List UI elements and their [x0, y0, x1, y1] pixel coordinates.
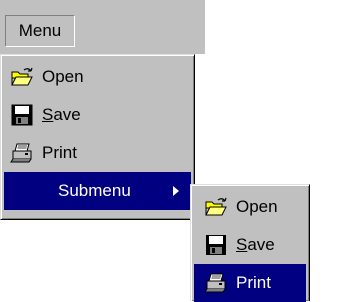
floppy-disk-icon — [10, 104, 34, 126]
printer-icon — [10, 142, 34, 164]
menu-bar: Menu — [0, 0, 205, 54]
menu-item-save[interactable]: Save — [4, 96, 191, 134]
menu-title-button[interactable]: Menu — [5, 15, 75, 47]
floppy-disk-icon — [204, 234, 228, 256]
printer-icon — [204, 272, 228, 294]
main-menu-popup: Open Save Print Submenu — [0, 54, 195, 220]
submenu-item-print-label: Print — [236, 273, 271, 292]
menu-item-submenu-label: Submenu — [58, 181, 131, 200]
menu-item-submenu[interactable]: Submenu — [4, 172, 191, 210]
submenu-arrow-icon — [173, 186, 179, 196]
submenu-item-open-label: Open — [236, 197, 278, 216]
submenu-item-save[interactable]: Save — [194, 226, 306, 264]
menu-item-print[interactable]: Print — [4, 134, 191, 172]
open-folder-icon — [204, 196, 228, 218]
submenu-popup: Open Save Print — [190, 184, 310, 302]
menu-title-label: Menu — [18, 21, 62, 40]
submenu-item-print[interactable]: Print — [194, 264, 306, 302]
menu-item-print-label: Print — [42, 143, 77, 162]
menu-item-open[interactable]: Open — [4, 58, 191, 96]
menu-item-open-label: Open — [42, 67, 84, 86]
open-folder-icon — [10, 66, 34, 88]
menu-item-save-label: Save — [42, 105, 81, 124]
submenu-item-open[interactable]: Open — [194, 188, 306, 226]
submenu-item-save-label: Save — [236, 235, 275, 254]
